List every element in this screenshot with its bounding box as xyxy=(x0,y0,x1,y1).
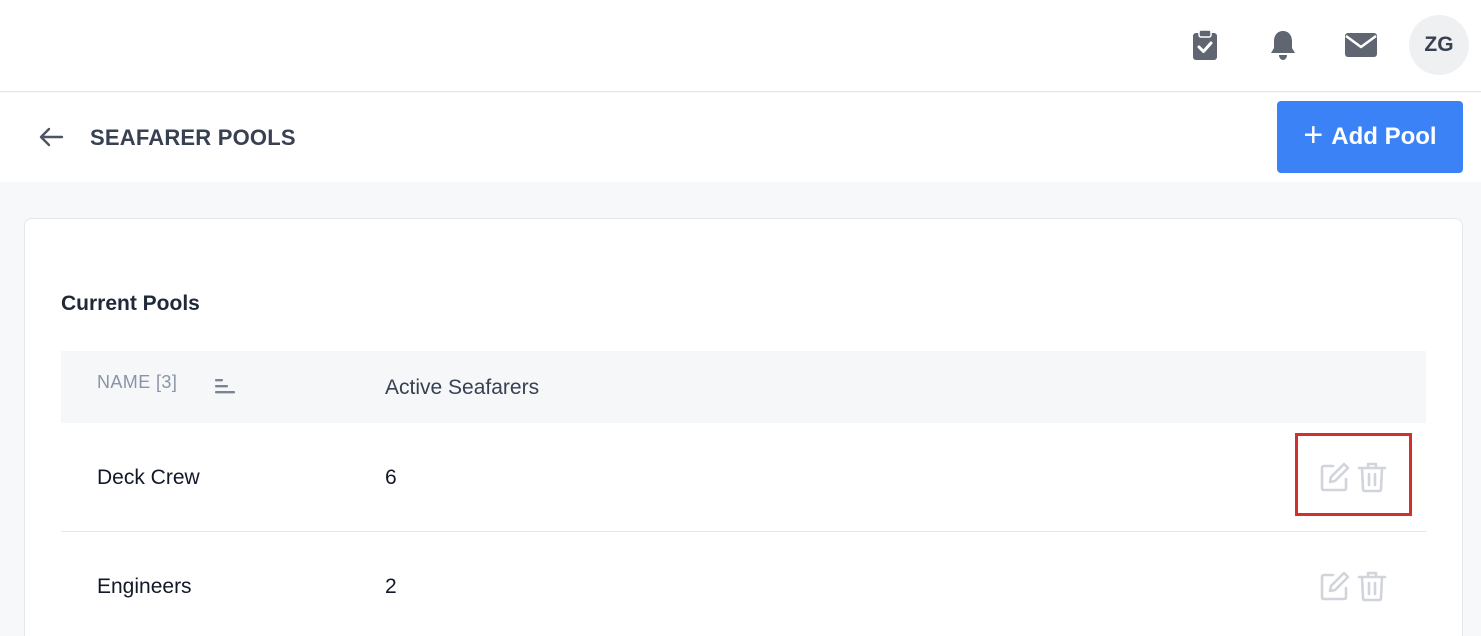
back-arrow-icon[interactable] xyxy=(37,123,65,151)
row-active-count: 2 xyxy=(385,575,397,598)
table-header xyxy=(61,351,1426,423)
column-header-active-seafarers: Active Seafarers xyxy=(385,376,540,399)
trash-icon[interactable] xyxy=(1355,569,1389,603)
bell-icon[interactable] xyxy=(1266,28,1300,62)
row-divider xyxy=(61,531,1426,532)
user-avatar[interactable]: ZG xyxy=(1409,15,1469,75)
clipboard-check-icon[interactable] xyxy=(1188,28,1222,62)
avatar-initials: ZG xyxy=(1424,33,1454,56)
row-name[interactable]: Engineers xyxy=(97,575,192,599)
section-title: Current Pools xyxy=(61,292,200,315)
trash-icon[interactable] xyxy=(1355,460,1389,494)
plus-icon: + xyxy=(1303,116,1324,154)
page-title: SEAFARER POOLS xyxy=(90,125,296,150)
top-navigation-bar xyxy=(0,0,1481,92)
edit-icon[interactable] xyxy=(1318,460,1352,494)
pools-card xyxy=(24,218,1463,636)
sort-icon[interactable] xyxy=(214,376,236,396)
row-name[interactable]: Deck Crew xyxy=(97,466,200,490)
mail-icon[interactable] xyxy=(1344,28,1378,62)
edit-icon[interactable] xyxy=(1318,569,1352,603)
column-header-name[interactable]: NAME [3] xyxy=(97,372,177,393)
add-pool-label: Add Pool xyxy=(1331,123,1437,150)
add-pool-button[interactable]: + Add Pool xyxy=(1277,101,1463,173)
row-active-count: 6 xyxy=(385,466,397,489)
